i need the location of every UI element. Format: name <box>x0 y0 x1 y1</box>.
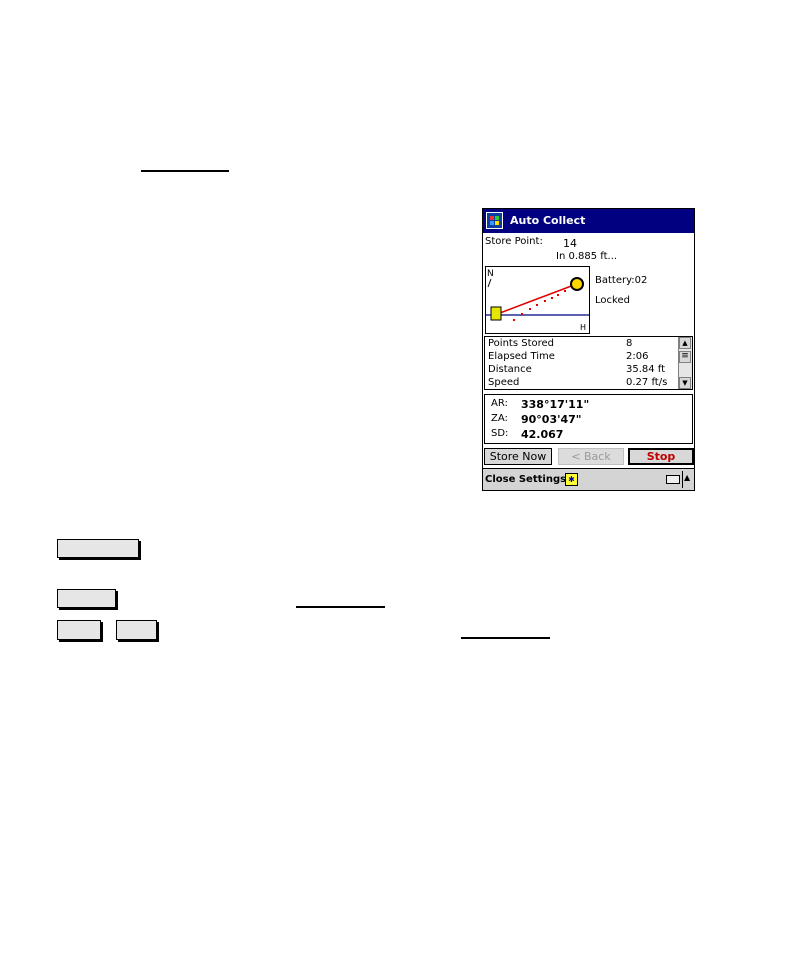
windows-start-icon[interactable] <box>486 212 503 229</box>
scroll-down-arrow-icon[interactable]: ▼ <box>679 377 691 389</box>
title-bar: Auto Collect <box>483 209 694 233</box>
tracking-plot: N H <box>485 266 590 334</box>
stop-button[interactable]: Stop <box>628 448 694 465</box>
store-point-label: Store Point: <box>485 236 543 247</box>
stats-list[interactable]: Points Stored 8 Elapsed Time 2:06 Distance… <box>484 336 693 390</box>
h-label: H <box>580 323 586 332</box>
app-title: Auto Collect <box>510 214 586 227</box>
store-point-distance: In 0.885 ft... <box>556 251 618 262</box>
battery-status: Battery:02 <box>595 275 648 286</box>
blank-underline <box>296 606 385 608</box>
stat-row: Points Stored 8 <box>488 338 633 349</box>
separator <box>682 471 683 488</box>
blank-button-2 <box>57 589 116 608</box>
settings-sun-icon[interactable]: ✱ <box>565 473 578 486</box>
stat-row: Speed 0.27 ft/s <box>488 377 668 388</box>
stat-row: Elapsed Time 2:06 <box>488 351 649 362</box>
stats-scrollbar[interactable]: ▲ ≡ ▼ <box>678 337 692 389</box>
store-point-value: 14 <box>563 237 577 250</box>
trace-line <box>499 284 575 314</box>
prism-target-icon <box>570 277 584 291</box>
stat-row: Distance 35.84 ft <box>488 364 666 375</box>
blank-underline <box>141 170 229 172</box>
keyboard-icon[interactable] <box>666 475 680 484</box>
pocketpc-screen: Auto Collect Store Point: 14 In 0.885 ft… <box>482 208 695 491</box>
close-settings-menu[interactable]: Close Settings <box>485 474 566 485</box>
input-panel-up-arrow-icon[interactable]: ▲ <box>684 473 690 482</box>
coords-panel: AR: 338°17'11" ZA: 90°03'47" SD: 42.067 <box>484 394 693 444</box>
command-bar: Close Settings ✱ ▲ <box>483 468 694 490</box>
store-now-button[interactable]: Store Now <box>484 448 552 465</box>
instrument-icon <box>490 306 502 321</box>
blank-button-3 <box>57 620 101 640</box>
lock-status: Locked <box>595 295 630 306</box>
north-arrow <box>487 278 492 288</box>
scroll-thumb[interactable]: ≡ <box>679 351 691 363</box>
north-label: N <box>487 269 494 279</box>
blank-button-1 <box>57 539 139 558</box>
blank-button-4 <box>116 620 157 640</box>
back-button[interactable]: < Back <box>558 448 624 465</box>
button-bar: Store Now < Back Stop <box>483 447 694 467</box>
blank-underline <box>461 637 550 639</box>
scroll-up-arrow-icon[interactable]: ▲ <box>679 337 691 349</box>
